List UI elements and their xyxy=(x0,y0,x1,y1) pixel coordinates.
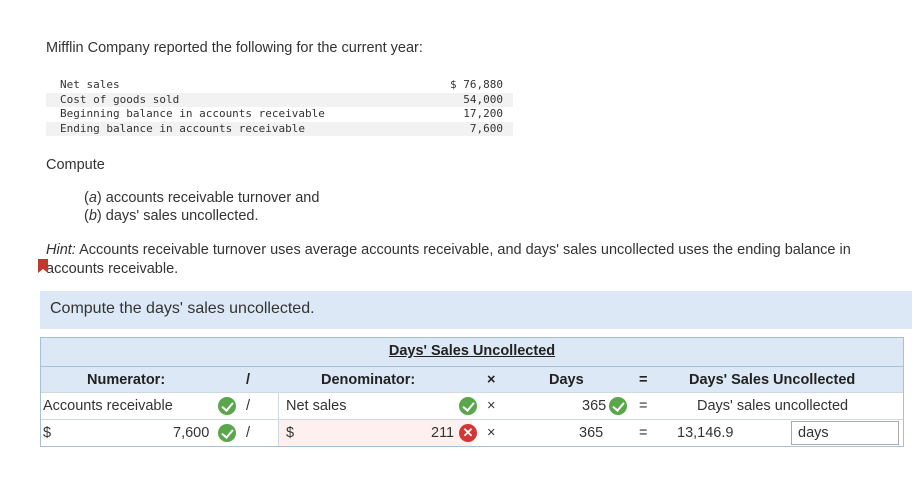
divide-symbol: / xyxy=(246,372,251,388)
denominator-select[interactable]: Net sales xyxy=(286,393,346,419)
grid-header-row: Numerator: / Denominator: × Days = Days'… xyxy=(41,366,903,393)
check-circle-icon xyxy=(218,420,236,446)
question-banner: Compute the days' sales uncollected. xyxy=(40,291,912,329)
currency-symbol: $ xyxy=(286,425,295,441)
days-header: Days xyxy=(549,372,584,388)
grid-caption: Days' Sales Uncollected xyxy=(41,338,903,366)
numerator-select[interactable]: Accounts receivable xyxy=(43,393,173,419)
table-row: Ending balance in accounts receivable 7,6… xyxy=(46,121,513,136)
table-row: Accounts receivable / Net sales × 365 = … xyxy=(41,392,903,419)
equals-symbol: = xyxy=(639,425,648,441)
bookmark-icon[interactable] xyxy=(38,259,48,273)
result-value-input[interactable]: 13,146.9 xyxy=(677,420,733,446)
days-value: 365 xyxy=(579,425,604,441)
hint-text: Hint: Accounts receivable turnover uses … xyxy=(46,242,851,277)
x-circle-icon: ✕ xyxy=(459,420,477,446)
equals-symbol: = xyxy=(639,372,648,388)
list-item: (b) days' sales uncollected. xyxy=(84,208,259,224)
problem-intro: Mifflin Company reported the following f… xyxy=(46,40,423,56)
denominator-header: Denominator: xyxy=(321,372,416,388)
times-symbol: × xyxy=(487,425,496,441)
result-label: Days' sales uncollected xyxy=(697,398,849,414)
list-item: (a) accounts receivable turnover and xyxy=(84,190,320,206)
numerator-value-input[interactable]: 7,600 xyxy=(173,420,209,446)
given-data-table: Net sales $ 76,880 Cost of goods sold 54,0… xyxy=(46,78,513,136)
compute-label: Compute xyxy=(46,157,105,173)
check-circle-icon xyxy=(609,393,627,419)
divide-symbol: / xyxy=(246,398,251,414)
times-symbol: × xyxy=(487,372,496,388)
equals-symbol: = xyxy=(639,398,648,414)
denominator-value-input[interactable]: 211 xyxy=(431,420,454,446)
table-row: Net sales $ 76,880 xyxy=(60,78,503,91)
table-row: $ 7,600 / $ 211 ✕ × 365 = 13,146.9 days xyxy=(41,419,903,446)
result-unit-box: days xyxy=(791,421,899,445)
times-symbol: × xyxy=(487,398,496,414)
days-sales-uncollected-grid: Days' Sales Uncollected Numerator: / Den… xyxy=(40,337,904,447)
check-circle-icon xyxy=(218,393,236,419)
currency-symbol: $ xyxy=(43,425,52,441)
table-row: Cost of goods sold 54,000 xyxy=(46,92,513,107)
check-circle-icon xyxy=(459,393,477,419)
table-row: Beginning balance in accounts receivable… xyxy=(60,107,503,120)
result-header: Days' Sales Uncollected xyxy=(689,372,856,388)
days-input[interactable]: 365 xyxy=(582,393,606,419)
divide-symbol: / xyxy=(246,425,251,441)
numerator-header: Numerator: xyxy=(87,372,166,388)
